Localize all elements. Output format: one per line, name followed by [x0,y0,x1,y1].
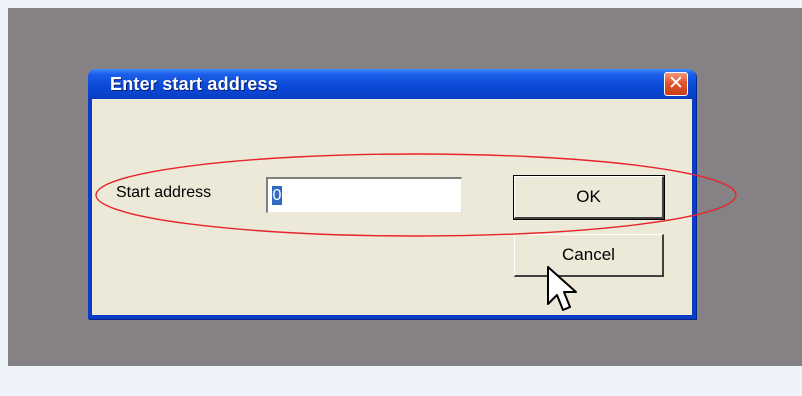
close-button[interactable]: ✕ [664,72,688,96]
start-address-label: Start address [116,184,212,201]
cancel-button[interactable]: Cancel [514,234,664,277]
ok-button[interactable]: OK [513,175,665,220]
close-icon: ✕ [668,72,684,94]
dialog-title: Enter start address [110,74,278,94]
dialog-titlebar[interactable]: Enter start address ✕ [88,69,696,99]
start-address-input[interactable] [266,177,462,213]
